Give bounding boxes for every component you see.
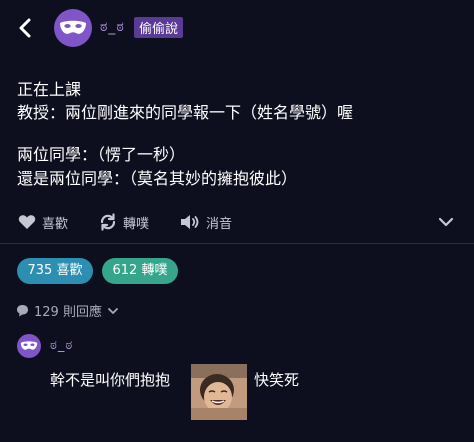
author-name[interactable]: ಠ_ಠ (100, 19, 125, 35)
plurk-post-screen: ಠ_ಠ 偷偷說 正在上課 教授：兩位剛進來的同學報一下（姓名學號）喔 兩位同學：… (0, 0, 474, 442)
shares-count-pill[interactable]: 612 轉噗 (102, 258, 178, 284)
mute-button[interactable]: 消音 (180, 212, 232, 232)
reply-author[interactable]: ಠ_ಠ (50, 338, 73, 353)
laughing-sticker-image[interactable] (191, 364, 247, 420)
post-line-2: 教授：兩位剛進來的同學報一下（姓名學號）喔 (17, 103, 354, 122)
mask-icon (20, 341, 38, 350)
post-line-1: 正在上課 (17, 80, 82, 99)
heart-icon (18, 215, 36, 229)
comment-icon (17, 305, 28, 317)
back-button[interactable] (14, 14, 38, 42)
mute-label: 消音 (206, 216, 233, 232)
like-button[interactable]: 喜歡 (18, 212, 68, 232)
chevron-down-icon (108, 307, 118, 314)
more-options-button[interactable] (436, 212, 456, 232)
chevron-left-icon (19, 18, 31, 38)
laughing-face-picture (191, 364, 247, 420)
likes-count-pill[interactable]: 735 喜歡 (17, 258, 93, 284)
board-badge[interactable]: 偷偷說 (134, 17, 184, 38)
author-avatar[interactable] (54, 9, 92, 47)
section-divider (0, 243, 474, 244)
reply-text-after: 快笑死 (254, 371, 300, 389)
mask-icon (60, 20, 86, 34)
speaker-mute-icon (181, 215, 199, 229)
replies-count: 129 則回應 (34, 305, 102, 320)
share-label: 轉噗 (123, 216, 150, 232)
chevron-down-icon (438, 217, 454, 227)
replurk-icon (100, 213, 116, 231)
reply-avatar[interactable] (17, 334, 41, 358)
replies-toggle[interactable]: 129 則回應 (16, 301, 119, 320)
share-button[interactable]: 轉噗 (99, 212, 149, 232)
like-label: 喜歡 (42, 216, 69, 232)
post-line-4: 還是兩位同學：（莫名其妙的擁抱彼此） (17, 169, 298, 188)
post-line-3: 兩位同學：（愣了一秒） (17, 145, 186, 164)
reply-text-before: 幹不是叫你們抱抱 (50, 371, 171, 389)
